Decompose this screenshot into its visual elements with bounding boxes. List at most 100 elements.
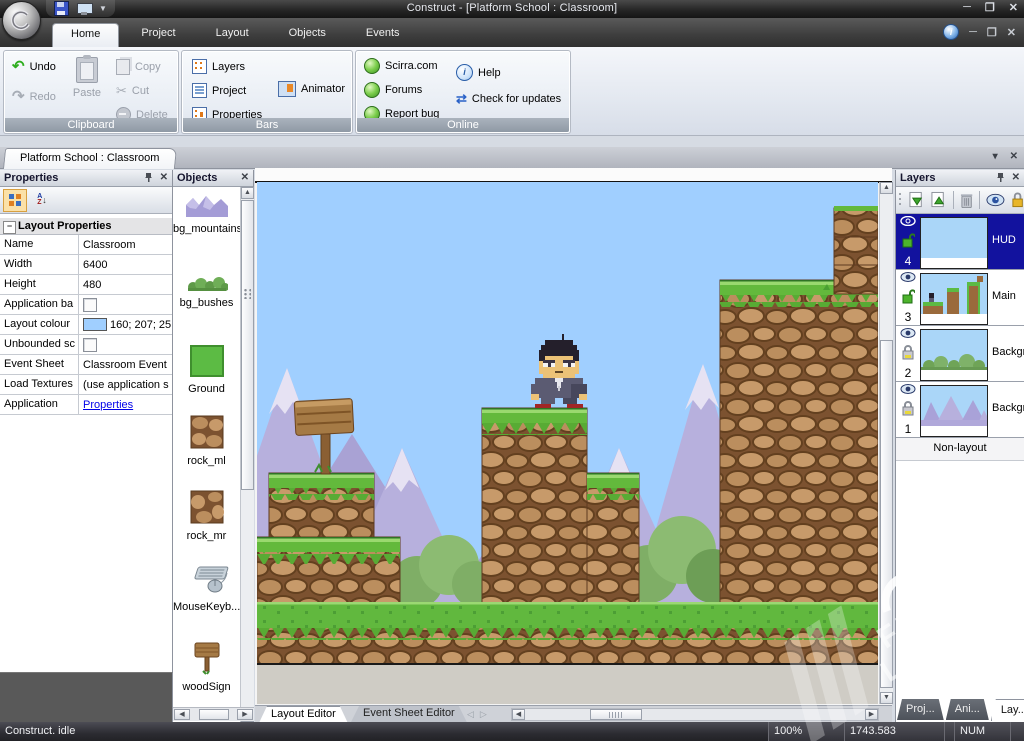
property-row-height[interactable]: Height 480: [0, 275, 172, 295]
property-row-application-background[interactable]: Application ba: [0, 295, 172, 315]
scrollbar-thumb[interactable]: [198, 709, 229, 720]
scroll-right-icon[interactable]: ▶: [865, 709, 878, 720]
tab-event-sheet-editor[interactable]: Event Sheet Editor: [351, 706, 467, 722]
property-value[interactable]: Classroom Event: [79, 355, 172, 374]
colour-swatch[interactable]: [83, 318, 107, 331]
pin-icon[interactable]: [144, 172, 153, 187]
tab-events[interactable]: Events: [348, 23, 418, 47]
check-updates-button[interactable]: ⇄ Check for updates: [456, 92, 561, 105]
close-icon[interactable]: ✕: [160, 172, 168, 184]
dock-tab-layers[interactable]: Lay...: [991, 699, 1024, 721]
collapse-icon[interactable]: −: [3, 221, 16, 234]
close-icon[interactable]: ✕: [1012, 172, 1020, 184]
property-row-unbounded-scrolling[interactable]: Unbounded sc: [0, 335, 172, 355]
categorized-view-button[interactable]: [3, 188, 27, 212]
toolbar-grip[interactable]: [898, 191, 903, 209]
property-row-event-sheet[interactable]: Event Sheet Classroom Event: [0, 355, 172, 375]
add-layer-above-icon[interactable]: [931, 191, 947, 209]
property-value[interactable]: 6400: [79, 255, 172, 274]
tab-project[interactable]: Project: [123, 23, 193, 47]
property-row-name[interactable]: Name Classroom: [0, 235, 172, 255]
about-icon[interactable]: i: [943, 24, 960, 40]
non-layout-section[interactable]: Non-layout: [896, 438, 1024, 461]
scrollbar-thumb[interactable]: [880, 340, 893, 688]
property-row-layout-colour[interactable]: Layout colour 160; 207; 25: [0, 315, 172, 335]
eye-icon[interactable]: [900, 384, 916, 394]
layer-row-main[interactable]: 3 Main: [896, 270, 1024, 326]
property-row-load-textures[interactable]: Load Textures (use application s: [0, 375, 172, 395]
objects-scrollbar[interactable]: ▲ ▼: [240, 187, 254, 722]
document-tab[interactable]: Platform School : Classroom: [2, 148, 178, 169]
scroll-right-icon[interactable]: ▶: [237, 709, 253, 720]
layer-visibility-icon[interactable]: [986, 193, 1005, 207]
object-item-bg-mountains[interactable]: bg_mountains: [173, 195, 240, 235]
close-button[interactable]: ✕: [1009, 1, 1018, 14]
close-icon[interactable]: ✕: [241, 172, 249, 184]
scroll-up-icon[interactable]: ▲: [880, 182, 893, 194]
dock-tab-animator[interactable]: Ani...: [946, 699, 989, 720]
property-row-width[interactable]: Width 6400: [0, 255, 172, 275]
project-bar-button[interactable]: Project: [192, 83, 246, 98]
property-value[interactable]: (use application s: [79, 375, 172, 394]
scirra-button[interactable]: Scirra.com: [364, 58, 438, 74]
eye-icon[interactable]: [900, 272, 916, 282]
scrollbar-thumb[interactable]: [241, 200, 254, 490]
object-item-mousekeyboard[interactable]: MouseKeyb...: [173, 565, 240, 613]
property-value[interactable]: 480: [79, 275, 172, 294]
objects-hscrollbar[interactable]: ◀ ▶: [173, 707, 254, 721]
object-item-ground[interactable]: Ground: [173, 345, 240, 395]
eye-icon[interactable]: [900, 216, 916, 226]
layers-bar-button[interactable]: Layers: [192, 59, 245, 74]
panel-close-icon[interactable]: ✕: [1010, 151, 1018, 162]
layout-canvas[interactable]: [257, 182, 878, 704]
undo-button[interactable]: ↶ Undo: [12, 59, 56, 74]
pin-icon[interactable]: [996, 172, 1005, 187]
layer-row-background-1[interactable]: 1 Backgro...: [896, 382, 1024, 438]
alphabetical-sort-button[interactable]: AZ ↓: [30, 189, 54, 212]
forums-button[interactable]: Forums: [364, 82, 422, 98]
object-item-rock-ml[interactable]: rock_ml: [173, 415, 240, 467]
paste-button[interactable]: Paste: [70, 55, 104, 99]
lock-closed-icon[interactable]: [902, 400, 915, 416]
restore-button[interactable]: ❐: [985, 1, 995, 14]
object-item-rock-mr[interactable]: rock_mr: [173, 490, 240, 542]
layer-row-background-2[interactable]: 2 Backgro...: [896, 326, 1024, 382]
checkbox[interactable]: [83, 297, 97, 312]
animator-bar-button[interactable]: Animator: [278, 81, 345, 97]
tab-scroll-icons[interactable]: ◁▷: [467, 709, 493, 720]
object-item-bg-bushes[interactable]: bg_bushes: [173, 275, 240, 309]
lock-closed-icon[interactable]: [902, 344, 915, 360]
application-menu-button[interactable]: [2, 1, 41, 40]
scrollbar-thumb[interactable]: [590, 709, 642, 720]
lock-open-icon[interactable]: [902, 288, 915, 304]
preview-icon[interactable]: [77, 2, 93, 15]
scroll-down-icon[interactable]: ▼: [880, 692, 893, 704]
qat-dropdown-icon[interactable]: ▼: [99, 4, 107, 13]
scroll-left-icon[interactable]: ◀: [174, 709, 190, 720]
save-icon[interactable]: [54, 1, 69, 16]
tab-home[interactable]: Home: [52, 23, 120, 48]
help-button[interactable]: i Help: [456, 64, 501, 81]
layer-row-hud[interactable]: 4 HUD: [896, 214, 1024, 270]
tab-objects[interactable]: Objects: [271, 23, 344, 47]
lock-open-icon[interactable]: [902, 232, 915, 248]
eye-icon[interactable]: [900, 328, 916, 338]
redo-button[interactable]: ↷ Redo: [12, 89, 56, 104]
canvas-hscrollbar[interactable]: ◀ ▶: [511, 708, 879, 721]
dock-tab-project[interactable]: Proj...: [897, 699, 944, 720]
mdi-restore-button[interactable]: ❐: [987, 26, 997, 39]
layer-lock-icon[interactable]: [1011, 192, 1024, 208]
mdi-close-button[interactable]: ✕: [1007, 26, 1016, 39]
canvas-vscrollbar[interactable]: ▲ ▼: [879, 182, 893, 704]
mdi-minimize-button[interactable]: ─: [969, 26, 977, 38]
cut-button[interactable]: ✂ Cut: [116, 83, 149, 99]
delete-layer-icon[interactable]: [960, 192, 973, 209]
object-item-woodsign[interactable]: woodSign: [173, 639, 240, 693]
property-value[interactable]: Classroom: [79, 235, 172, 254]
tab-layout-editor[interactable]: Layout Editor: [259, 706, 348, 723]
copy-button[interactable]: Copy: [116, 59, 161, 75]
application-properties-link[interactable]: Properties: [83, 396, 133, 414]
tab-layout[interactable]: Layout: [198, 23, 267, 47]
add-layer-below-icon[interactable]: [909, 191, 925, 209]
checkbox[interactable]: [83, 337, 97, 352]
